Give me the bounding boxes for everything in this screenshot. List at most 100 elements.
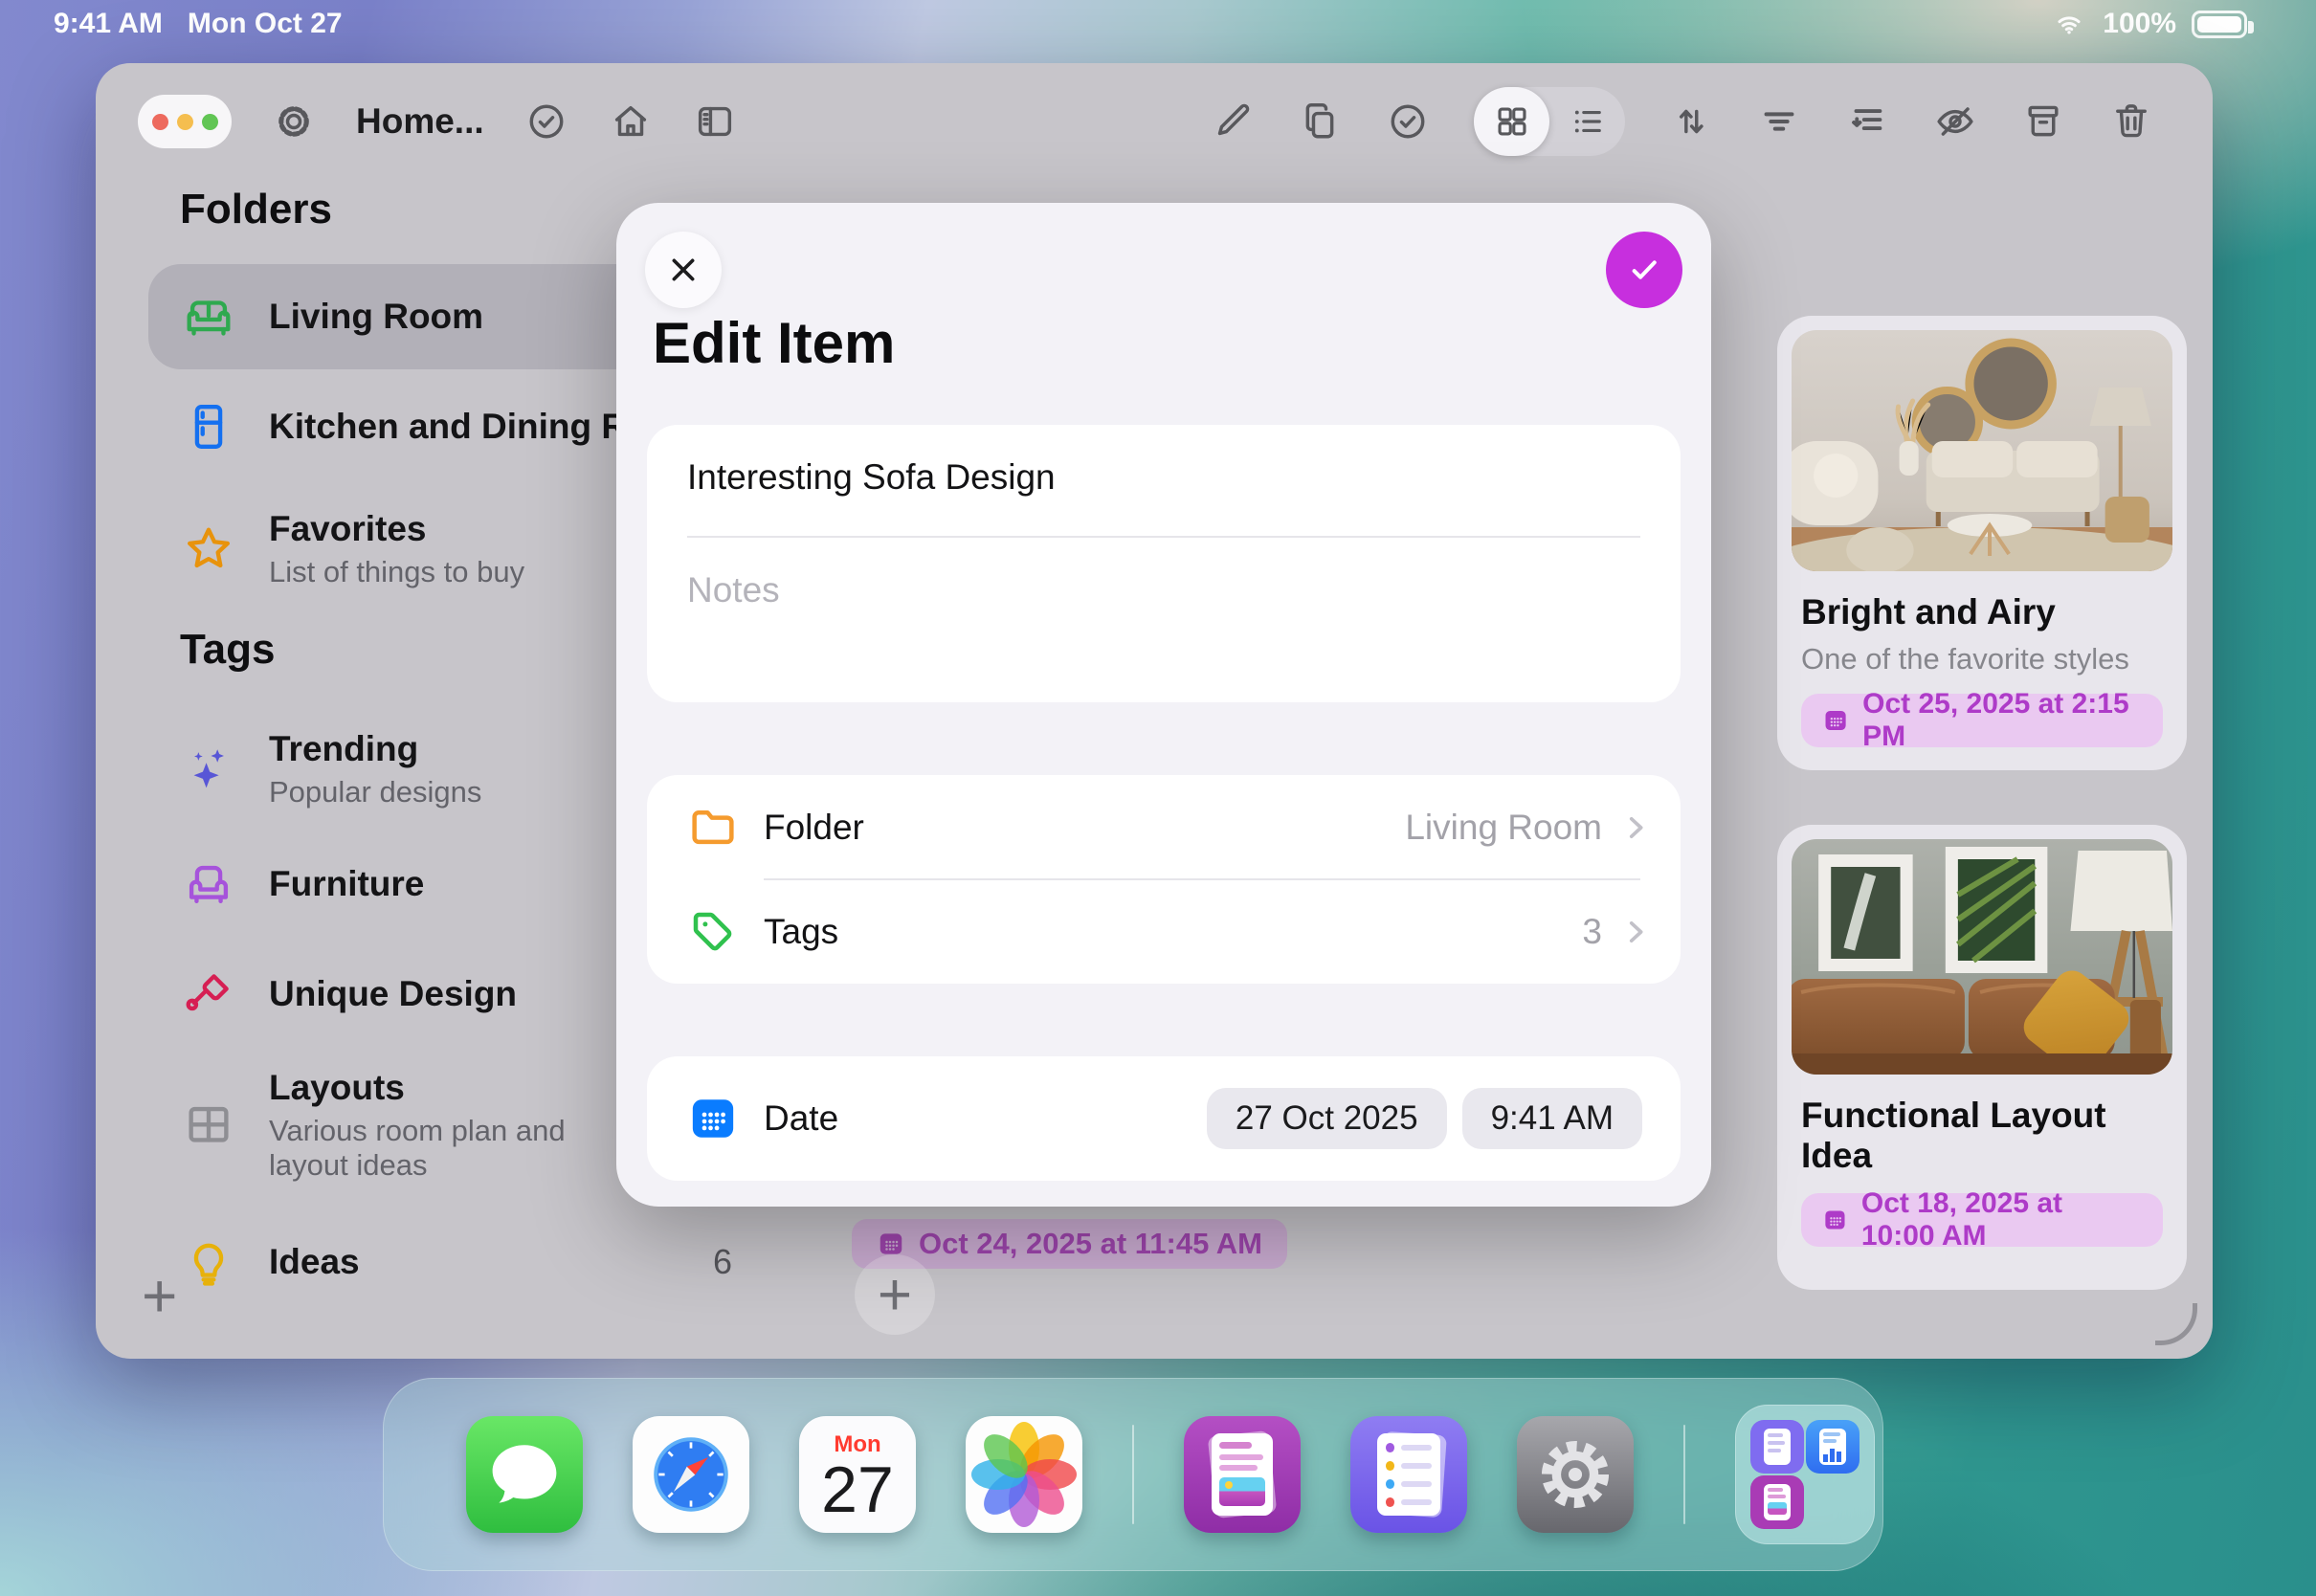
window-resize-handle[interactable]	[2155, 1303, 2197, 1345]
fridge-icon	[181, 399, 236, 454]
time-picker-button[interactable]: 9:41 AM	[1461, 1087, 1642, 1149]
photos-app-icon[interactable]	[966, 1416, 1082, 1533]
dock-divider	[1683, 1425, 1685, 1524]
check-circle-icon[interactable]	[524, 100, 568, 144]
card-image[interactable]	[1792, 330, 2172, 571]
notes-field-placeholder[interactable]: Notes	[687, 570, 780, 610]
filter-lines-icon[interactable]	[1757, 100, 1801, 144]
sidebar-item-ideas[interactable]: Ideas 6	[148, 1216, 732, 1307]
battery-percent: 100%	[2103, 8, 2176, 39]
item-name-field[interactable]: Interesting Sofa Design	[687, 457, 1056, 498]
list-view-button[interactable]	[1549, 87, 1625, 156]
folder-row[interactable]: Folder Living Room	[647, 775, 1681, 879]
calendar-icon	[1825, 1210, 1845, 1230]
date-row[interactable]: Date 27 Oct 2025 9:41 AM	[647, 1066, 1681, 1170]
folder-icon	[687, 802, 739, 853]
checklist-app-icon[interactable]	[1350, 1416, 1467, 1533]
sidebar-add-button[interactable]: +	[142, 1265, 177, 1326]
close-icon	[672, 258, 695, 281]
sofa-icon	[181, 289, 236, 344]
home-icon[interactable]	[609, 100, 653, 144]
paintbrush-icon	[181, 966, 236, 1022]
calendar-date-label: 27	[821, 1453, 894, 1526]
sidebar-item-label: Living Room	[269, 297, 484, 336]
move-to-list-icon[interactable]	[1845, 100, 1889, 144]
battery-icon	[2192, 10, 2254, 38]
card-image[interactable]	[1792, 839, 2172, 1075]
item-card-bright-and-airy[interactable]: Bright and Airy One of the favorite styl…	[1777, 316, 2187, 770]
check-circle-icon[interactable]	[1386, 100, 1430, 144]
trash-icon[interactable]	[2109, 100, 2153, 144]
card-title: Functional Layout Idea	[1801, 1096, 2106, 1175]
sidebar-item-subtitle: Various room plan and layout ideas	[269, 1114, 566, 1182]
folder-row-label: Folder	[764, 807, 864, 847]
card-title: Bright and Airy	[1801, 592, 2056, 632]
chevron-right-icon	[1619, 916, 1652, 948]
sidebar-item-label: Trending	[269, 729, 419, 768]
messages-app-icon[interactable]	[466, 1416, 583, 1533]
wifi-icon	[2051, 9, 2087, 39]
folders-heading: Folders	[180, 186, 332, 233]
card-date-badge: Oct 18, 2025 at 10:00 AM	[1801, 1187, 2163, 1252]
chevron-right-icon	[1619, 811, 1652, 844]
calendar-app-icon[interactable]: Mon 27	[799, 1416, 916, 1533]
ipad-screen: 9:41 AM Mon Oct 27 100% Home... Folders …	[0, 0, 2316, 1596]
grid-view-button[interactable]	[1474, 87, 1549, 156]
name-notes-card: Interesting Sofa Design Notes	[647, 425, 1681, 702]
dock-divider	[1132, 1425, 1134, 1524]
view-toggle[interactable]	[1474, 87, 1625, 156]
armchair-icon	[181, 856, 236, 912]
dock: Mon 27	[383, 1378, 1883, 1571]
zoom-window-dot[interactable]	[201, 113, 218, 130]
date-card: Date 27 Oct 2025 9:41 AM	[647, 1056, 1681, 1181]
tags-row[interactable]: Tags 3	[647, 879, 1681, 984]
toolbar-left: Home...	[138, 63, 737, 180]
window-title: Home...	[356, 101, 484, 141]
layout-grid-icon	[181, 1097, 236, 1153]
status-date: Mon Oct 27	[187, 8, 343, 39]
sidebar-item-subtitle: List of things to buy	[269, 555, 525, 588]
notes-app-icon[interactable]	[1184, 1416, 1301, 1533]
confirm-button[interactable]	[1606, 232, 1682, 308]
sidebar-toggle-icon[interactable]	[693, 100, 737, 144]
item-card-functional-layout[interactable]: Functional Layout Idea Oct 18, 2025 at 1…	[1777, 825, 2187, 1290]
lightbulb-icon	[181, 1234, 236, 1290]
modal-title: Edit Item	[653, 311, 896, 375]
archive-icon[interactable]	[2021, 100, 2065, 144]
calendar-icon	[1825, 711, 1846, 730]
toolbar-right	[1210, 63, 2153, 180]
status-time: 9:41 AM	[54, 8, 163, 39]
pencil-icon[interactable]	[1210, 100, 1254, 144]
living-room-photo	[1792, 330, 2172, 571]
calendar-icon	[687, 1093, 739, 1144]
date-row-label: Date	[764, 1097, 839, 1138]
copy-icon[interactable]	[1298, 100, 1342, 144]
settings-gear-icon[interactable]	[272, 100, 316, 144]
check-icon	[1632, 260, 1657, 279]
sidebar-item-subtitle: Popular designs	[269, 775, 482, 809]
sidebar-item-label: Ideas	[269, 1241, 360, 1281]
edit-item-modal: Edit Item Interesting Sofa Design Notes …	[616, 203, 1711, 1207]
safari-app-icon[interactable]	[633, 1416, 749, 1533]
apps-folder-icon[interactable]	[1735, 1405, 1875, 1544]
tags-row-value: 3	[1582, 911, 1602, 951]
close-window-dot[interactable]	[151, 113, 168, 130]
sort-arrows-icon[interactable]	[1669, 100, 1713, 144]
app-window: Home... Folders Living Room Kitchen and …	[96, 63, 2213, 1359]
eye-slash-icon[interactable]	[1933, 100, 1977, 144]
sidebar-item-label: Furniture	[269, 863, 425, 903]
folder-row-value: Living Room	[1405, 807, 1602, 847]
field-divider	[687, 536, 1640, 538]
date-picker-button[interactable]: 27 Oct 2025	[1206, 1087, 1447, 1149]
mini-chart-app-icon	[1806, 1420, 1859, 1474]
tag-icon	[687, 906, 739, 958]
star-icon	[181, 521, 236, 577]
window-controls[interactable]	[138, 95, 232, 148]
settings-app-icon[interactable]	[1517, 1416, 1634, 1533]
mini-notes-app-icon	[1750, 1475, 1804, 1529]
tags-heading: Tags	[180, 626, 276, 673]
close-button[interactable]	[645, 232, 722, 308]
sidebar-item-label: Layouts	[269, 1068, 405, 1107]
minimize-window-dot[interactable]	[176, 113, 193, 130]
content-add-button[interactable]: +	[855, 1254, 935, 1335]
